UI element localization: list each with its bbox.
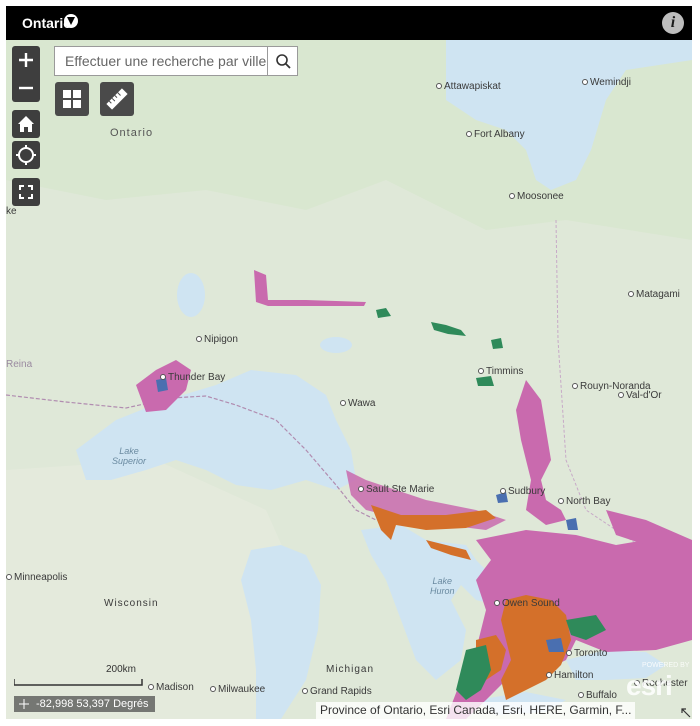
info-icon[interactable]: i [662,12,684,34]
place-label: Michigan [326,664,375,675]
coordinates-display[interactable]: -82,998 53,397 Degrés [14,696,155,712]
expand-attribution-icon[interactable] [681,708,691,718]
place-label: Owen Sound [494,598,560,609]
attribution[interactable]: Province of Ontario, Esri Canada, Esri, … [316,702,636,719]
place-label: Reina [6,359,33,370]
place-label: Matagami [628,289,680,300]
place-label: Nipigon [196,334,238,345]
grid-icon [63,90,81,108]
header-bar: Ontario i [6,6,692,40]
place-label: Grand Rapids [302,686,372,697]
fullscreen-button[interactable] [12,178,40,206]
place-label: Buffalo [578,690,617,701]
place-label: Wawa [340,398,375,409]
search-input[interactable] [54,46,268,76]
zoom-out-button[interactable] [12,74,40,102]
esri-powered-label: POWERED BY [642,662,690,669]
place-label: Sault Ste Marie [358,484,434,495]
esri-logo: esri [626,670,673,701]
app-frame: Ontario i Effectuer une recherche par vi… [6,6,692,719]
place-label: Madison [148,682,194,693]
place-label: Thunder Bay [160,372,225,383]
search-bar [54,46,298,76]
place-label: Minneapolis [6,572,67,583]
scale-bar: 200km [13,664,144,694]
search-button[interactable] [267,46,298,76]
measure-button[interactable] [100,82,134,116]
map-canvas[interactable] [6,40,692,719]
place-label: Toronto [566,648,607,659]
basemap-gallery-button[interactable] [55,82,89,116]
place-label: North Bay [558,496,610,507]
place-label: Attawapiskat [436,81,501,92]
place-label: Sudbury [500,486,545,497]
place-label: Milwaukee [210,684,265,695]
home-button[interactable] [12,110,40,138]
place-label: Wisconsin [104,598,159,609]
lake-label: Lake Huron [430,576,455,596]
place-label: Fort Albany [466,129,525,140]
place-label: Timmins [478,366,523,377]
place-label: Wemindji [582,77,631,88]
ruler-icon [106,88,128,110]
place-label: Val-d'Or [618,390,662,401]
lake-label: Lake Superior [112,446,147,466]
place-label: ke [6,206,17,217]
place-label: Hamilton [546,670,593,681]
zoom-in-button[interactable] [12,46,40,74]
locate-button[interactable] [12,141,40,169]
place-label: Moosonee [509,191,564,202]
scale-label: 200km [106,664,137,675]
search-icon [276,54,291,69]
trillium-logo-icon [64,14,78,28]
region-label: Ontario [110,127,154,139]
crosshair-icon [19,699,29,709]
coordinates-text: -82,998 53,397 Degrés [36,698,149,710]
